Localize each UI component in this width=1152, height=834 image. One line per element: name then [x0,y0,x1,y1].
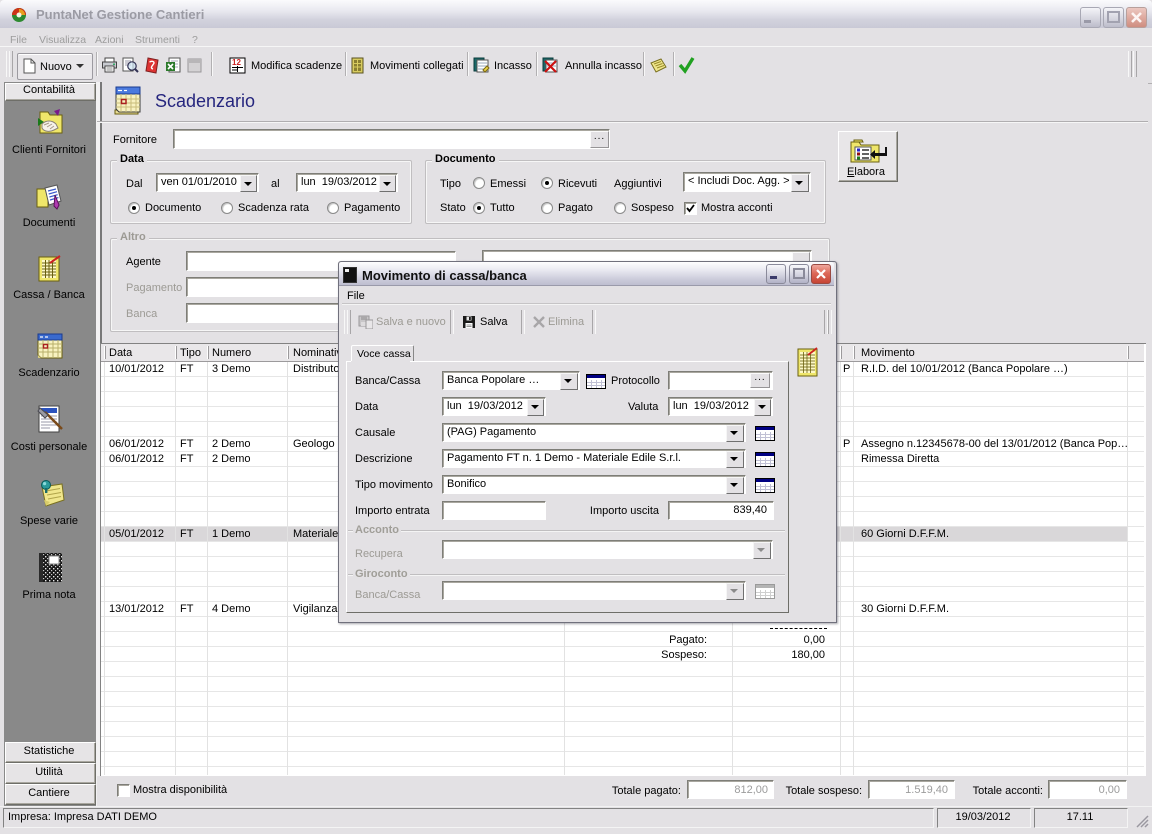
svg-text:12: 12 [232,58,241,67]
